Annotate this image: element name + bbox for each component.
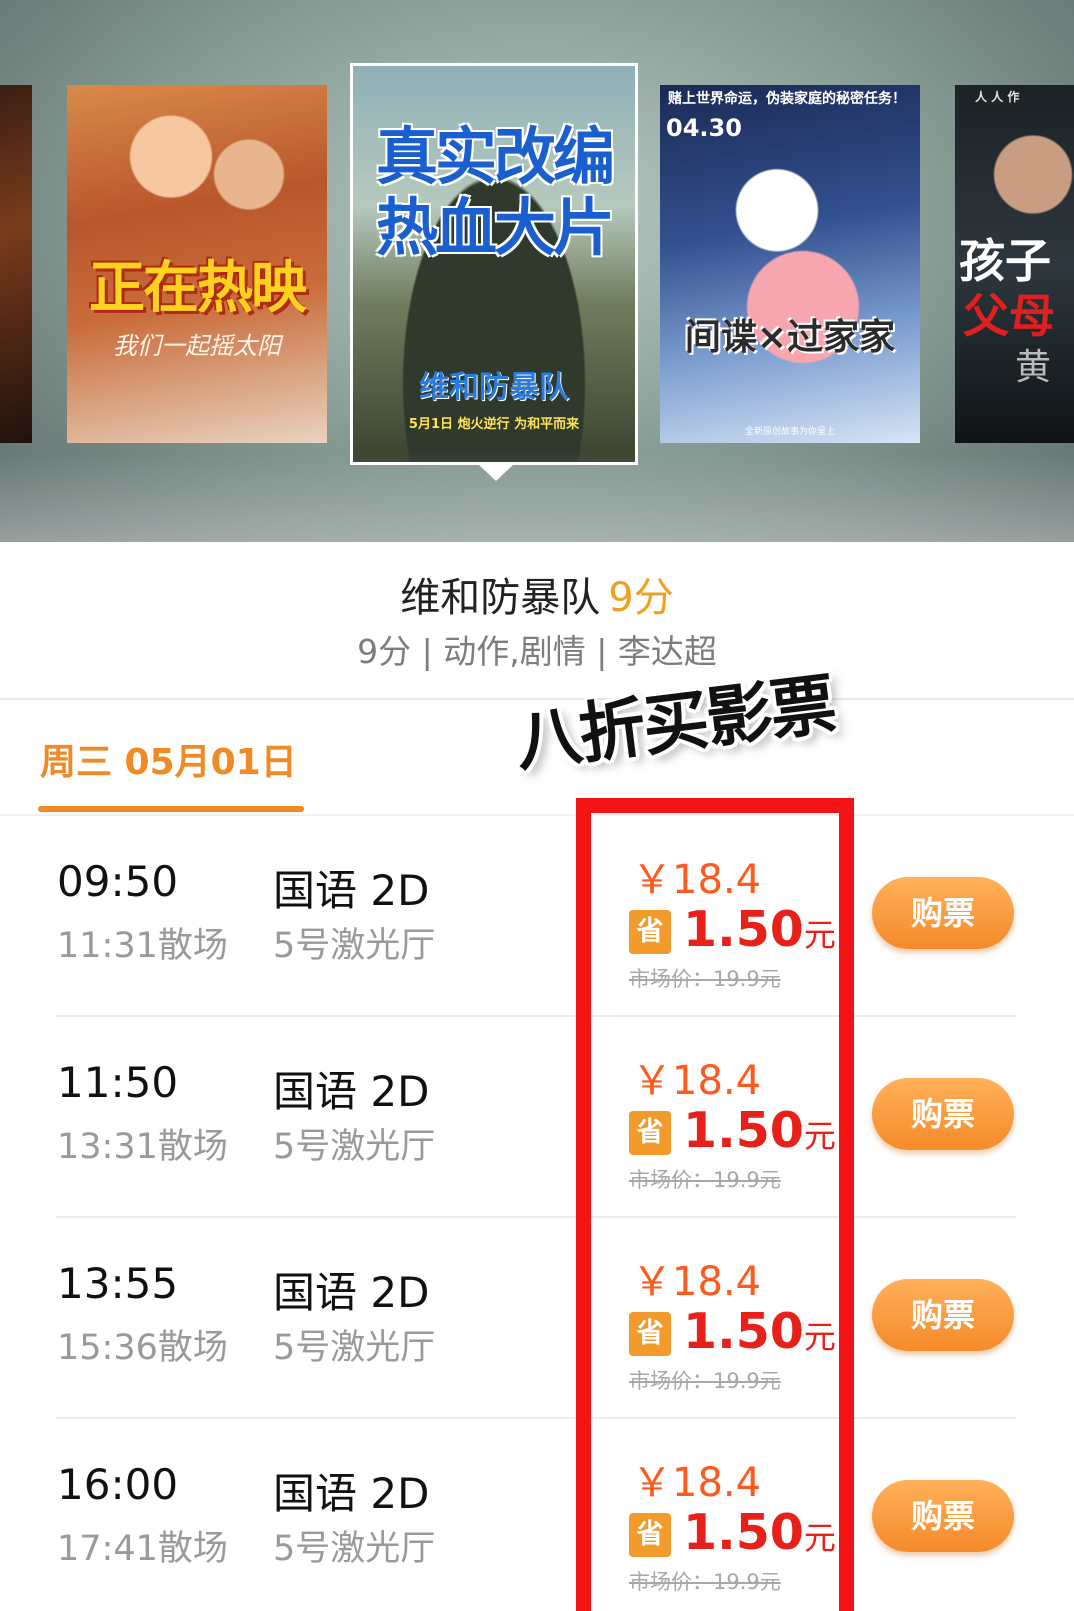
- save-badge: 省: [629, 1111, 671, 1155]
- showtime-start: 16:00: [57, 1460, 179, 1509]
- showtime-language-format: 国语 2D: [273, 1469, 430, 1518]
- save-badge: 省: [629, 1312, 671, 1356]
- save-amount: 1.50元: [683, 1102, 836, 1159]
- showtime-row[interactable]: 13:55 15:36散场 国语 2D 5号激光厅 ￥18.4 省 1.50元 市场价：19.…: [0, 1219, 1074, 1419]
- save-amount-value: 1.50: [683, 901, 804, 958]
- save-amount: 1.50元: [683, 1504, 836, 1561]
- save-badge: 省: [629, 910, 671, 954]
- row-divider: [56, 1417, 1016, 1419]
- showtime-hall: 5号激光厅: [273, 1127, 436, 1167]
- divider: [0, 814, 1074, 816]
- poster-topline: 赌上世界命运，伪装家庭的秘密任务！: [668, 91, 906, 107]
- save-amount-unit: 元: [803, 1519, 836, 1557]
- poster-headline: 间谍×过家家: [684, 317, 896, 358]
- showtime-hall: 5号激光厅: [273, 1529, 436, 1569]
- poster-headline: 正在热映: [89, 256, 307, 321]
- poster-carousel[interactable]: 正在热映 我们一起摇太阳 真实改编 热血大片 维和防暴队 5月1日 炮火逆行 为…: [0, 0, 1074, 542]
- date-tab-underline: [38, 806, 304, 812]
- showtime-row[interactable]: 11:50 13:31散场 国语 2D 5号激光厅 ￥18.4 省 1.50元 市场价：19.…: [0, 1018, 1074, 1218]
- movie-title-text: 维和防暴队: [400, 575, 601, 621]
- buy-ticket-button[interactable]: 购票: [872, 877, 1014, 949]
- showtime-end: 17:41散场: [57, 1529, 228, 1569]
- showtime-start: 09:50: [57, 857, 179, 906]
- showtime-language-format: 国语 2D: [273, 1067, 430, 1116]
- showtime-hall: 5号激光厅: [273, 1328, 436, 1368]
- showtime-start: 13:55: [57, 1259, 179, 1308]
- ticket-price: ￥18.4: [632, 1259, 762, 1305]
- poster-headline: 真实改编 热血大片: [375, 120, 615, 265]
- poster-subline: 我们一起摇太阳: [113, 332, 281, 360]
- poster-name: 黄: [1015, 347, 1052, 388]
- poster-headline-line1: 孩子: [959, 234, 1051, 288]
- ticket-price: ￥18.4: [632, 1058, 762, 1104]
- movie-title: 维和防暴队 9分: [0, 565, 1074, 623]
- market-price: 市场价：19.9元: [629, 1570, 781, 1594]
- poster-logo: 维和防暴队: [419, 370, 569, 405]
- selected-poster-pointer: [479, 465, 513, 481]
- showtime-hall: 5号激光厅: [273, 926, 436, 966]
- save-badge: 省: [629, 1513, 671, 1557]
- movie-score: 9分: [608, 575, 674, 621]
- ticket-price: ￥18.4: [632, 857, 762, 903]
- poster-tagline: 5月1日 炮火逆行 为和平而来: [408, 417, 580, 432]
- row-divider: [56, 1015, 1016, 1017]
- showtime-end: 15:36散场: [57, 1328, 228, 1368]
- buy-ticket-button[interactable]: 购票: [872, 1279, 1014, 1351]
- save-amount-value: 1.50: [683, 1303, 804, 1360]
- save-amount: 1.50元: [683, 1303, 836, 1360]
- date-tab-selected[interactable]: 周三 05月01日: [40, 733, 297, 785]
- showtime-language-format: 国语 2D: [273, 1268, 430, 1317]
- poster-partial-left[interactable]: [0, 85, 32, 443]
- market-price: 市场价：19.9元: [629, 967, 781, 991]
- showtime-start: 11:50: [57, 1058, 179, 1107]
- poster-date: 04.30: [666, 114, 742, 142]
- poster-topline: 人 人 作: [975, 90, 1020, 104]
- showtime-row[interactable]: 09:50 11:31散场 国语 2D 5号激光厅 ￥18.4 省 1.50元 市场价：19.…: [0, 817, 1074, 1017]
- save-amount-value: 1.50: [683, 1504, 804, 1561]
- save-amount-value: 1.50: [683, 1102, 804, 1159]
- save-amount-unit: 元: [803, 1318, 836, 1356]
- buy-ticket-button[interactable]: 购票: [872, 1480, 1014, 1552]
- market-price: 市场价：19.9元: [629, 1369, 781, 1393]
- poster-bottomline: 全新原创故事为你呈上: [744, 426, 835, 437]
- save-amount-unit: 元: [803, 1117, 836, 1155]
- showtime-row[interactable]: 16:00 17:41散场 国语 2D 5号激光厅 ￥18.4 省 1.50元 市场价：19.…: [0, 1420, 1074, 1611]
- showtime-language-format: 国语 2D: [273, 866, 430, 915]
- market-price: 市场价：19.9元: [629, 1168, 781, 1192]
- movie-meta: 9分 | 动作,剧情 | 李达超: [357, 632, 717, 671]
- poster-spy-family[interactable]: 赌上世界命运，伪装家庭的秘密任务！ 04.30 间谍×过家家 全新原创故事为你呈…: [660, 85, 920, 443]
- buy-ticket-button[interactable]: 购票: [872, 1078, 1014, 1150]
- showtime-end: 13:31散场: [57, 1127, 228, 1167]
- save-amount: 1.50元: [683, 901, 836, 958]
- showtime-end: 11:31散场: [57, 926, 228, 966]
- row-divider: [56, 1216, 1016, 1218]
- ticket-price: ￥18.4: [632, 1460, 762, 1506]
- poster-headline-line2: 父母: [963, 289, 1055, 343]
- poster-partial-right[interactable]: 人 人 作 孩子 父母 黄: [955, 85, 1074, 443]
- save-amount-unit: 元: [803, 916, 836, 954]
- poster-selected[interactable]: 真实改编 热血大片 维和防暴队 5月1日 炮火逆行 为和平而来: [350, 63, 638, 465]
- poster-now-showing[interactable]: 正在热映 我们一起摇太阳: [67, 85, 327, 443]
